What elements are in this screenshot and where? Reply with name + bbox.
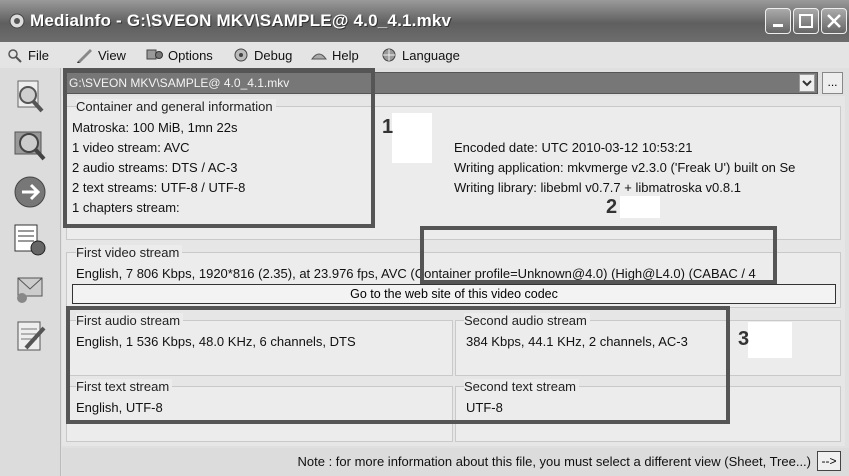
menu-view-label: View	[98, 47, 126, 63]
export-button[interactable]	[12, 222, 48, 258]
window-title: MediaInfo - G:\SVEON MKV\SAMPLE@ 4.0_4.1…	[30, 11, 452, 30]
file-icon	[8, 49, 22, 63]
callout-number-2: 2	[606, 196, 618, 218]
menu-bar: File View Options Debug Help Language	[0, 42, 849, 68]
maximize-button[interactable]	[793, 8, 819, 34]
highlight-box-3	[66, 306, 730, 424]
encoded-date: Encoded date: UTC 2010-03-12 10:53:21	[454, 140, 693, 155]
options-icon	[146, 49, 163, 60]
email-button[interactable]	[12, 270, 48, 306]
callout-number-3: 3	[738, 328, 750, 350]
email-icon	[17, 277, 43, 303]
menu-file-label: File	[28, 47, 49, 63]
preferences-button[interactable]	[12, 318, 48, 354]
mediainfo-window: MediaInfo - G:\SVEON MKV\SAMPLE@ 4.0_4.1…	[0, 0, 849, 476]
menu-debug[interactable]: Debug	[232, 47, 292, 63]
next-button[interactable]	[12, 174, 48, 210]
highlight-box-2	[420, 226, 777, 284]
arrow-right-icon	[14, 176, 46, 208]
debug-icon	[234, 48, 248, 62]
open-folder-button[interactable]	[12, 126, 48, 162]
title-bar: MediaInfo - G:\SVEON MKV\SAMPLE@ 4.0_4.1…	[0, 0, 849, 42]
menu-language-label: Language	[402, 47, 460, 63]
close-button[interactable]	[821, 8, 847, 34]
menu-file[interactable]: File	[6, 47, 49, 63]
change-view-button[interactable]: -->	[817, 451, 841, 471]
export-sheet-icon	[14, 224, 46, 256]
view-icon	[77, 49, 92, 63]
callout-backdrop-1	[392, 113, 432, 163]
menu-help-label: Help	[332, 47, 359, 63]
chevron-down-icon	[802, 80, 812, 87]
writing-library: Writing library: libebml v0.7.7 + libmat…	[454, 180, 741, 195]
writing-application: Writing application: mkvmerge v2.3.0 ('F…	[454, 160, 796, 175]
view-note: Note : for more information about this f…	[297, 454, 812, 469]
menu-options-label: Options	[168, 47, 213, 63]
menu-view[interactable]: View	[76, 47, 126, 63]
mediainfo-app-icon	[8, 12, 26, 30]
minimize-button[interactable]	[765, 8, 791, 34]
notepad-icon	[17, 321, 46, 351]
browse-button[interactable]: ...	[822, 72, 843, 94]
magnifier-file-icon	[17, 80, 44, 113]
menu-language[interactable]: Language	[380, 47, 460, 63]
codec-website-button[interactable]: Go to the web site of this video codec	[72, 284, 836, 304]
menu-help[interactable]: Help	[310, 47, 359, 63]
video-stream-legend: First video stream	[76, 245, 183, 260]
language-icon	[382, 48, 396, 62]
highlight-box-1	[63, 68, 375, 228]
magnifier-folder-icon	[14, 131, 46, 161]
status-bar: Note : for more information about this f…	[62, 448, 849, 476]
left-toolbar	[0, 68, 61, 476]
callout-number-1: 1	[382, 116, 394, 138]
open-file-button[interactable]	[12, 78, 48, 114]
path-dropdown-button[interactable]	[799, 74, 815, 92]
callout-backdrop-3	[748, 322, 792, 358]
menu-options[interactable]: Options	[146, 47, 213, 63]
menu-debug-label: Debug	[254, 47, 293, 63]
help-icon	[311, 53, 327, 60]
callout-backdrop-2	[620, 196, 660, 218]
